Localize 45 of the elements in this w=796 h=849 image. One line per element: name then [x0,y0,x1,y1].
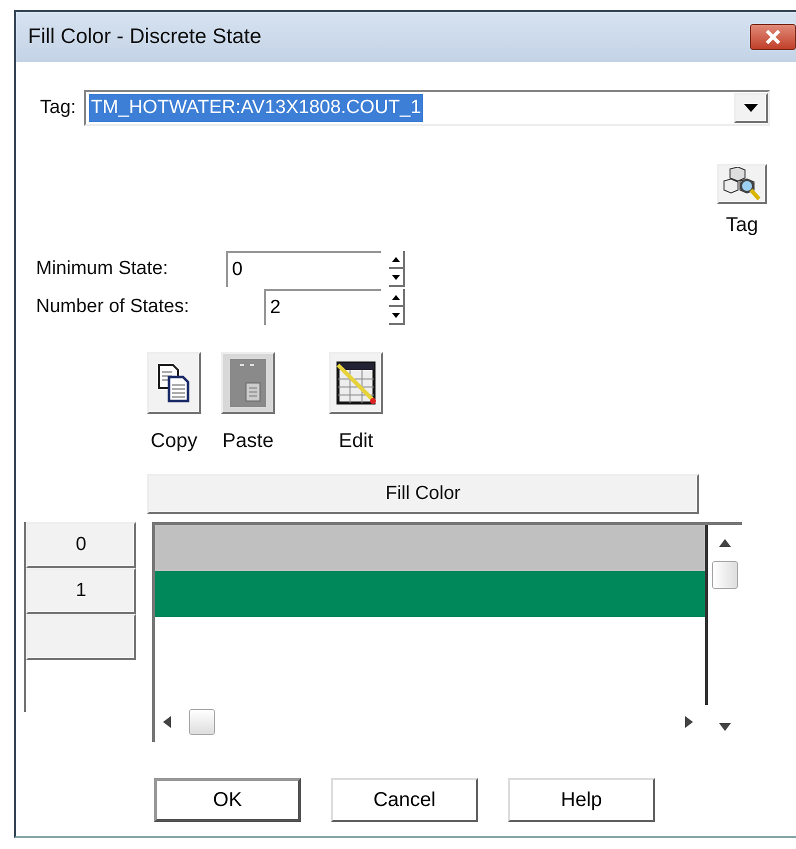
scroll-left-icon [163,716,171,728]
scroll-thumb[interactable] [189,709,215,735]
scroll-thumb[interactable] [712,561,738,589]
empty-row-header[interactable] [26,614,136,660]
paste-button[interactable] [221,352,275,414]
tag-button-label: Tag [726,213,758,238]
dialog-button[interactable]: Cancel [331,778,478,822]
paste-label: Paste [222,429,274,454]
edit-label: Edit [338,429,374,454]
tag-value: TM_HOTWATER:AV13X1808.COUT_1 [88,94,424,122]
cubes-magnifier-icon [722,167,762,201]
spin-down-button[interactable] [389,269,405,287]
row-header[interactable]: 0 [26,522,136,568]
edit-button[interactable] [329,352,383,414]
field-label: Minimum State: [36,256,169,281]
close-icon [764,29,782,45]
paste-icon [230,359,266,407]
copy-label: Copy [150,429,198,454]
tag-browse-button[interactable] [717,164,767,204]
window-title: Fill Color - Discrete State [28,24,262,50]
dialog-button[interactable]: Help [508,778,655,822]
dropdown-arrow-icon [744,104,758,112]
spin-up-icon [392,256,400,262]
scroll-down-icon [718,723,730,731]
color-cell[interactable] [155,525,705,571]
spin-down-icon [392,274,400,280]
copy-icon [157,363,191,403]
spin-down-icon [392,312,400,318]
color-cell[interactable] [155,571,705,617]
copy-button[interactable] [147,352,201,414]
table-pencil-icon [336,361,376,405]
field-label: Number of States: [36,294,190,319]
number-field[interactable]: 0 [226,251,381,287]
scroll-right-icon [685,716,693,728]
spin-up-button[interactable] [389,289,405,307]
spin-down-button[interactable] [389,307,405,325]
number-field[interactable]: 2 [264,289,381,325]
spin-up-icon [392,294,400,300]
row-header[interactable]: 1 [26,568,136,614]
dialog-button[interactable]: OK [154,778,301,822]
tag-combobox[interactable]: TM_HOTWATER:AV13X1808.COUT_1 [84,90,770,126]
scroll-up-icon [718,539,730,547]
tag-label: Tag: [40,96,76,120]
column-header[interactable]: Fill Color [147,474,699,514]
close-button[interactable] [750,24,796,50]
